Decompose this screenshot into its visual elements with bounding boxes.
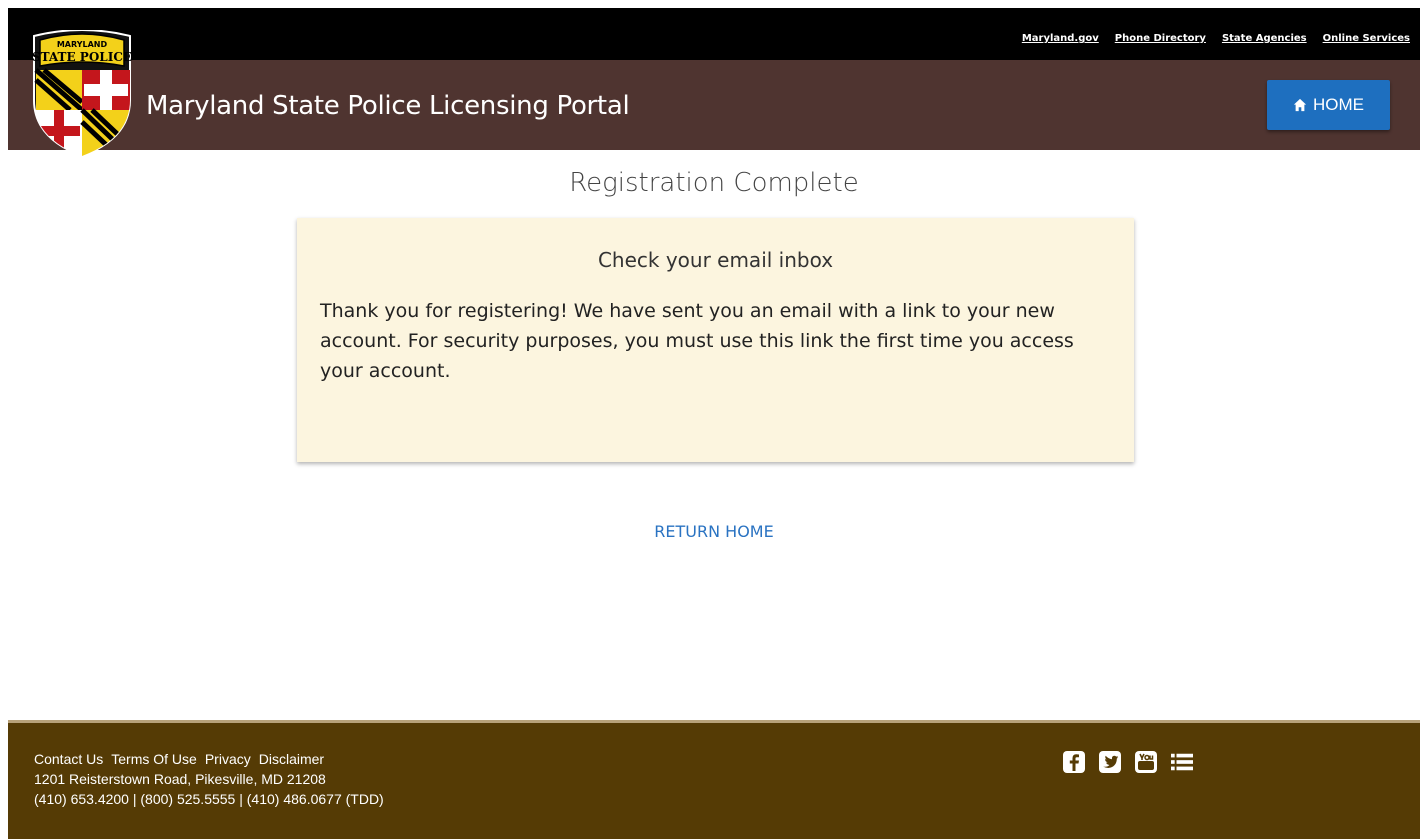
card-message: Thank you for registering! We have sent … xyxy=(320,300,1074,382)
contact-us-link[interactable]: Contact Us xyxy=(34,751,103,767)
home-button-label: HOME xyxy=(1313,95,1364,114)
youtube-icon[interactable] xyxy=(1135,751,1157,773)
twitter-icon[interactable] xyxy=(1099,751,1121,773)
site-header: Maryland State Police Licensing Portal H… xyxy=(8,60,1420,150)
terms-of-use-link[interactable]: Terms Of Use xyxy=(111,751,197,767)
home-icon xyxy=(1293,98,1307,112)
facebook-icon[interactable] xyxy=(1063,751,1085,773)
utility-bar: Maryland.gov Phone Directory State Agenc… xyxy=(8,8,1420,60)
page-title: Registration Complete xyxy=(569,168,859,198)
privacy-link[interactable]: Privacy xyxy=(205,751,251,767)
return-home-container: RETURN HOME xyxy=(0,522,1428,541)
registration-confirmation-card: Check your email inbox Thank you for reg… xyxy=(297,218,1134,462)
return-home-link[interactable]: RETURN HOME xyxy=(654,522,773,541)
online-services-link[interactable]: Online Services xyxy=(1323,33,1410,44)
disclaimer-link[interactable]: Disclaimer xyxy=(259,751,324,767)
list-icon[interactable] xyxy=(1171,751,1193,773)
phone-directory-link[interactable]: Phone Directory xyxy=(1115,33,1206,44)
state-agencies-link[interactable]: State Agencies xyxy=(1222,33,1307,44)
social-links xyxy=(1063,751,1193,773)
footer-links: Contact Us Terms Of Use Privacy Disclaim… xyxy=(34,751,324,767)
site-footer: Contact Us Terms Of Use Privacy Disclaim… xyxy=(8,720,1420,839)
footer-phone-numbers: (410) 653.4200 | (800) 525.5555 | (410) … xyxy=(34,791,384,807)
maryland-gov-link[interactable]: Maryland.gov xyxy=(1022,33,1099,44)
card-title: Check your email inbox xyxy=(597,248,834,272)
utility-links: Maryland.gov Phone Directory State Agenc… xyxy=(1022,33,1410,44)
footer-address: 1201 Reisterstown Road, Pikesville, MD 2… xyxy=(34,771,326,787)
logo-text-main: STATE POLICE xyxy=(32,50,132,64)
state-police-badge-logo[interactable]: MARYLAND STATE POLICE xyxy=(30,30,134,158)
logo-text-top: MARYLAND xyxy=(57,40,108,49)
site-title: Maryland State Police Licensing Portal xyxy=(146,91,630,121)
home-button[interactable]: HOME xyxy=(1267,80,1390,130)
